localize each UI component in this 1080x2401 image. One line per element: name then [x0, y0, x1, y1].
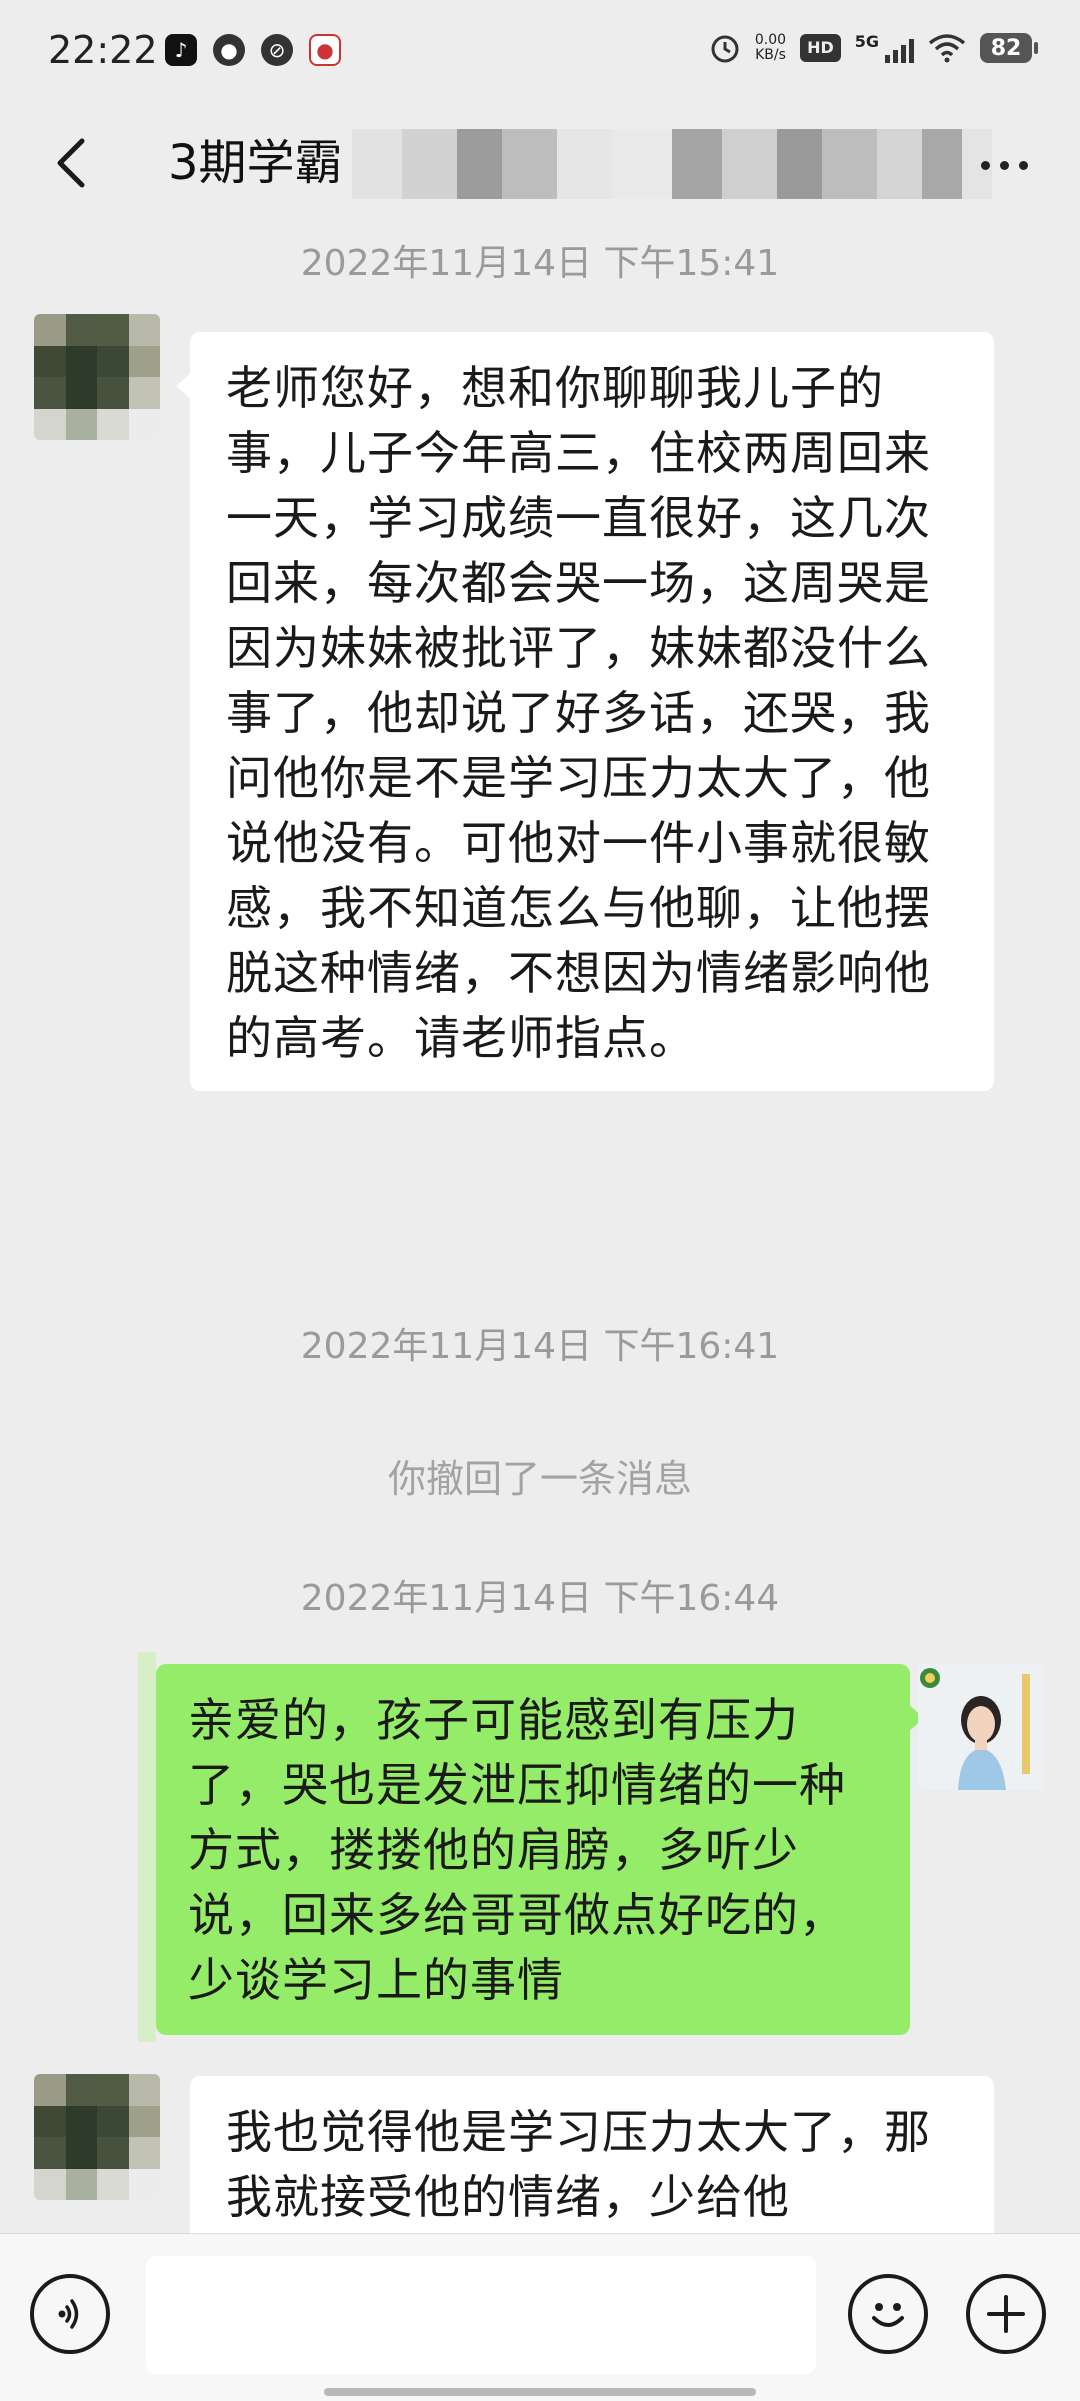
- plus-button[interactable]: [966, 2274, 1046, 2354]
- more-button[interactable]: [968, 137, 1040, 193]
- signal-icon: [885, 33, 914, 63]
- system-indicators: 0.00 KB/s HD 5G 82: [709, 31, 1038, 64]
- emoji-icon: [872, 2303, 904, 2327]
- chevron-left-icon: [57, 138, 85, 188]
- battery-level: 82: [990, 35, 1022, 61]
- map-pin-icon: ●: [309, 34, 341, 66]
- status-bar: 22:22 ♪ ● ⊘ ● 0.00 KB/s HD 5G 82: [0, 0, 1080, 105]
- plus-icon: [987, 2295, 1025, 2333]
- outgoing-message[interactable]: 亲爱的，孩子可能感到有压力了，哭也是发泄压抑情绪的一种方式，搂搂他的肩膀，多听少…: [156, 1664, 924, 2035]
- avatar[interactable]: [34, 2074, 160, 2200]
- emoji-button[interactable]: [848, 2274, 928, 2354]
- timestamp: 2022年11月14日 下午16:44: [300, 1578, 780, 1619]
- battery-icon: 82: [980, 33, 1038, 63]
- profile-photo: [918, 1664, 1044, 1790]
- wifi-icon: [928, 34, 966, 63]
- alarm-icon: [711, 35, 739, 63]
- input-bar: [0, 2233, 1080, 2401]
- recalled-message-notice: 你撤回了一条消息: [387, 1457, 692, 1501]
- hd-badge: HD: [800, 34, 841, 62]
- network-type: 5G: [854, 31, 879, 51]
- chat-title[interactable]: 3期学霸: [168, 127, 343, 199]
- message-bubble-icon: ●: [213, 34, 245, 66]
- timestamp: 2022年11月14日 下午16:41: [300, 1326, 780, 1367]
- more-dots-icon: [980, 160, 990, 170]
- voice-button[interactable]: [30, 2274, 110, 2354]
- notification-icons: ♪ ● ⊘ ●: [165, 34, 341, 66]
- voice-icon: [58, 2299, 79, 2329]
- leaf-icon: ⊘: [261, 34, 293, 66]
- avatar[interactable]: [34, 314, 160, 440]
- back-button[interactable]: [36, 127, 108, 199]
- network-speed: 0.00 KB/s: [755, 33, 786, 63]
- network-speed-value: 0.00: [754, 32, 787, 48]
- chat-header: 3期学霸: [0, 105, 1080, 225]
- network-speed-unit: KB/s: [755, 47, 786, 63]
- message-input[interactable]: [146, 2256, 816, 2374]
- timestamp: 2022年11月14日 下午15:41: [300, 243, 780, 284]
- incoming-message[interactable]: 老师您好，想和你聊聊我儿子的事，儿子今年高三，住校两周回来一天，学习成绩一直很好…: [176, 332, 994, 1091]
- status-time: 22:22: [48, 28, 158, 72]
- my-avatar[interactable]: [918, 1664, 1044, 1790]
- tiktok-icon: ♪: [165, 34, 197, 66]
- selection-edge: [138, 1652, 156, 2042]
- home-indicator[interactable]: [324, 2388, 756, 2396]
- title-redacted: [352, 129, 992, 199]
